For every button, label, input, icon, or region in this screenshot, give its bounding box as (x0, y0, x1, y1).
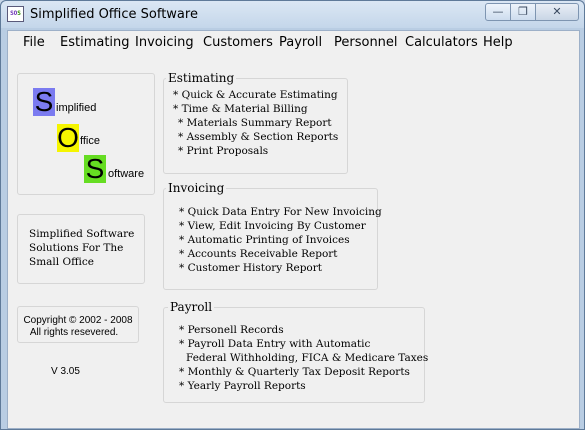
list-item: * Automatic Printing of Invoices (179, 234, 350, 246)
logo-panel: S implified O ffice S oftware (17, 73, 155, 195)
menu-file[interactable]: File (23, 35, 45, 50)
list-item: * Quick Data Entry For New Invoicing (179, 206, 382, 218)
menu-invoicing[interactable]: Invoicing (135, 35, 194, 50)
logo-word-implified: implified (56, 102, 97, 114)
app-window: SOS Simplified Office Software — ❐ ✕ Fil… (0, 0, 585, 430)
list-item: * Quick & Accurate Estimating (173, 89, 338, 101)
menu-calculators[interactable]: Calculators (405, 35, 478, 50)
tagline-panel: Simplified Software Solutions For The Sm… (17, 214, 145, 284)
logo-letter-s: S (33, 86, 55, 117)
estimating-group-title: Estimating (166, 71, 237, 85)
list-item: * Materials Summary Report (178, 117, 332, 129)
list-item: * Payroll Data Entry with Automatic (179, 338, 371, 350)
list-item: * Customer History Report (179, 262, 322, 274)
menu-payroll[interactable]: Payroll (279, 35, 322, 50)
estimating-features-list: * Quick & Accurate Estimating * Time & M… (173, 88, 338, 158)
list-item: * View, Edit Invoicing By Customer (179, 220, 366, 232)
version-label: V 3.05 (51, 366, 80, 377)
payroll-group-title: Payroll (168, 300, 215, 314)
copyright-panel: Copyright © 2002 - 2008 All rights resev… (17, 306, 139, 343)
icon-letter-s: S (17, 10, 21, 17)
list-item: * Time & Material Billing (173, 103, 308, 115)
close-icon: ✕ (552, 5, 562, 18)
copyright-line-2: All rights resevered. (29, 327, 119, 338)
payroll-features-list: * Personell Records * Payroll Data Entry… (179, 323, 428, 393)
invoicing-features-list: * Quick Data Entry For New Invoicing * V… (179, 205, 382, 275)
list-item: * Yearly Payroll Reports (179, 380, 306, 392)
list-item: * Accounts Receivable Report (179, 248, 338, 260)
list-item: Federal Withholding, FICA & Medicare Tax… (186, 352, 429, 364)
list-item: * Assembly & Section Reports (178, 131, 339, 143)
list-item: * Personell Records (179, 324, 284, 336)
title-bar[interactable]: SOS Simplified Office Software — ❐ ✕ (1, 1, 584, 28)
logo-word-ffice: ffice (80, 135, 100, 147)
tagline-line-1: Simplified Software (29, 228, 135, 240)
logo-letter-s2: S (84, 153, 106, 184)
window-title: Simplified Office Software (30, 7, 198, 22)
tagline-line-3: Small Office (29, 256, 94, 268)
close-button[interactable]: ✕ (535, 3, 579, 21)
menu-bar: File Estimating Invoicing Customers Payr… (8, 31, 579, 53)
logo-word-oftware: oftware (108, 168, 145, 180)
sos-app-icon[interactable]: SOS (7, 6, 24, 22)
minimize-icon: — (492, 5, 504, 18)
list-item: * Monthly & Quarterly Tax Deposit Report… (179, 366, 410, 378)
menu-customers[interactable]: Customers (203, 35, 273, 50)
tagline-line-2: Solutions For The (29, 242, 124, 254)
copyright-line-1: Copyright © 2002 - 2008 (23, 315, 133, 326)
invoicing-group: Invoicing * Quick Data Entry For New Inv… (163, 181, 382, 290)
menu-help[interactable]: Help (483, 35, 513, 50)
invoicing-group-title: Invoicing (166, 181, 227, 195)
menu-estimating[interactable]: Estimating (60, 35, 130, 50)
client-area: File Estimating Invoicing Customers Payr… (7, 30, 580, 429)
minimize-button[interactable]: — (485, 3, 511, 21)
maximize-button[interactable]: ❐ (510, 3, 536, 21)
menu-personnel[interactable]: Personnel (334, 35, 398, 50)
estimating-group: Estimating * Quick & Accurate Estimating… (163, 71, 348, 174)
logo-letter-o: O (57, 122, 79, 153)
list-item: * Print Proposals (178, 145, 269, 157)
payroll-group: Payroll * Personell Records * Payroll Da… (163, 300, 428, 403)
maximize-icon: ❐ (518, 5, 528, 18)
